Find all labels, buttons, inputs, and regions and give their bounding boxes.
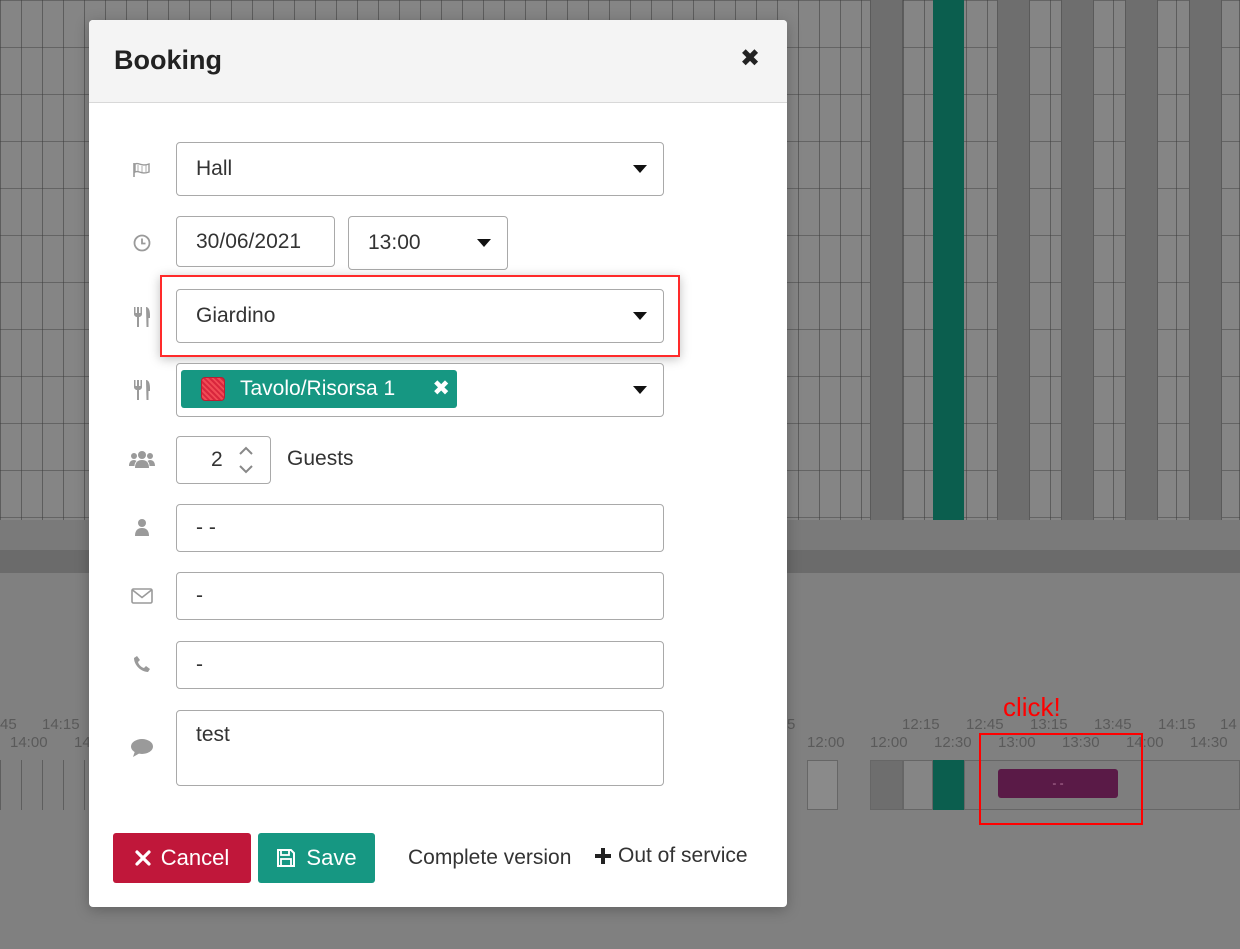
notes-textarea[interactable]: test bbox=[176, 710, 664, 786]
close-icon[interactable]: ✖ bbox=[739, 47, 761, 71]
email-field[interactable]: - bbox=[176, 572, 664, 620]
timeline-label: 12:00 bbox=[807, 734, 845, 751]
cutlery-icon bbox=[127, 375, 157, 405]
timeline-label: 45 bbox=[0, 716, 17, 733]
timeline-label: 12:15 bbox=[902, 716, 940, 733]
timeline-label: 14:15 bbox=[42, 716, 80, 733]
table-multiselect[interactable]: Tavolo/Risorsa 1 ✖ bbox=[176, 363, 664, 417]
area-select[interactable]: Giardino bbox=[176, 289, 664, 343]
chevron-down-icon bbox=[633, 312, 647, 320]
booking-chip[interactable]: - - bbox=[998, 769, 1118, 798]
chevron-down-icon bbox=[633, 165, 647, 173]
chevron-down-icon bbox=[633, 386, 647, 394]
hall-select[interactable]: Hall bbox=[176, 142, 664, 196]
guests-stepper-value: 2 bbox=[211, 448, 223, 471]
plus-icon bbox=[595, 848, 611, 864]
cutlery-icon bbox=[127, 302, 157, 332]
date-input[interactable]: 30/06/2021 bbox=[176, 216, 335, 267]
envelope-icon bbox=[127, 581, 157, 611]
comment-icon bbox=[127, 733, 157, 763]
scheduler-column bbox=[997, 0, 1030, 520]
floppy-disk-icon bbox=[276, 848, 296, 868]
user-icon bbox=[127, 512, 157, 542]
modal-header: Booking ✖ bbox=[89, 20, 787, 103]
date-input-value: 30/06/2021 bbox=[196, 229, 302, 253]
timeline-label: 12:00 bbox=[870, 734, 908, 751]
area-select-value: Giardino bbox=[196, 304, 276, 327]
phone-icon bbox=[127, 649, 157, 679]
timeline-label: 12:45 bbox=[966, 716, 1004, 733]
save-button[interactable]: Save bbox=[258, 833, 375, 883]
stepper-arrows-icon[interactable] bbox=[238, 443, 254, 477]
cancel-button[interactable]: Cancel bbox=[113, 833, 251, 883]
flag-icon bbox=[127, 155, 157, 185]
time-select-value: 13:00 bbox=[368, 231, 421, 254]
timeline-slot[interactable] bbox=[903, 760, 933, 810]
out-of-service-label: Out of service bbox=[618, 844, 748, 867]
timeline-label: 12:30 bbox=[934, 734, 972, 751]
chevron-down-icon bbox=[477, 239, 491, 247]
timeline-label: 14:30 bbox=[1190, 734, 1228, 751]
click-annotation-label: click! bbox=[1003, 692, 1061, 722]
timeline-label: 14:15 bbox=[1158, 716, 1196, 733]
timeline-label: 5 bbox=[787, 716, 796, 733]
scheduler-column bbox=[1189, 0, 1222, 520]
out-of-service-link[interactable]: Out of service bbox=[594, 844, 748, 868]
cancel-button-label: Cancel bbox=[160, 845, 230, 870]
guests-stepper[interactable]: 2 bbox=[176, 436, 271, 484]
timeline-label: 13:45 bbox=[1094, 716, 1132, 733]
time-select[interactable]: 13:00 bbox=[348, 216, 508, 270]
occupied-column bbox=[933, 0, 964, 520]
timeline-label: 14 bbox=[1220, 716, 1237, 733]
remove-tag-icon[interactable]: ✖ bbox=[432, 376, 450, 401]
table-color-swatch bbox=[201, 377, 225, 401]
booking-modal: Booking ✖ Hall 30/06/2021 13:00 Giardino… bbox=[89, 20, 787, 907]
scheduler-column bbox=[870, 0, 903, 520]
name-field-value: - - bbox=[196, 516, 216, 539]
email-field-value: - bbox=[196, 584, 203, 607]
guests-label: Guests bbox=[287, 447, 354, 470]
complete-version-link[interactable]: Complete version bbox=[408, 846, 571, 870]
table-tag: Tavolo/Risorsa 1 ✖ bbox=[181, 370, 457, 408]
modal-title: Booking bbox=[114, 45, 222, 75]
occupied-slot[interactable] bbox=[933, 760, 964, 810]
name-field[interactable]: - - bbox=[176, 504, 664, 552]
scheduler-column bbox=[1061, 0, 1094, 520]
phone-field-value: - bbox=[196, 653, 203, 676]
timeline-label: 14:00 bbox=[10, 734, 48, 751]
clock-icon bbox=[127, 228, 157, 258]
table-tag-label: Tavolo/Risorsa 1 bbox=[240, 377, 396, 400]
phone-field[interactable]: - bbox=[176, 641, 664, 689]
timeline-slot[interactable] bbox=[870, 760, 903, 810]
save-button-label: Save bbox=[306, 845, 357, 870]
timeline-slot[interactable] bbox=[807, 760, 838, 810]
scheduler-column bbox=[1125, 0, 1158, 520]
hall-select-value: Hall bbox=[196, 157, 233, 180]
close-icon bbox=[135, 850, 151, 866]
notes-textarea-value: test bbox=[196, 723, 230, 746]
users-icon bbox=[127, 444, 157, 474]
timeline-slots bbox=[0, 760, 89, 810]
